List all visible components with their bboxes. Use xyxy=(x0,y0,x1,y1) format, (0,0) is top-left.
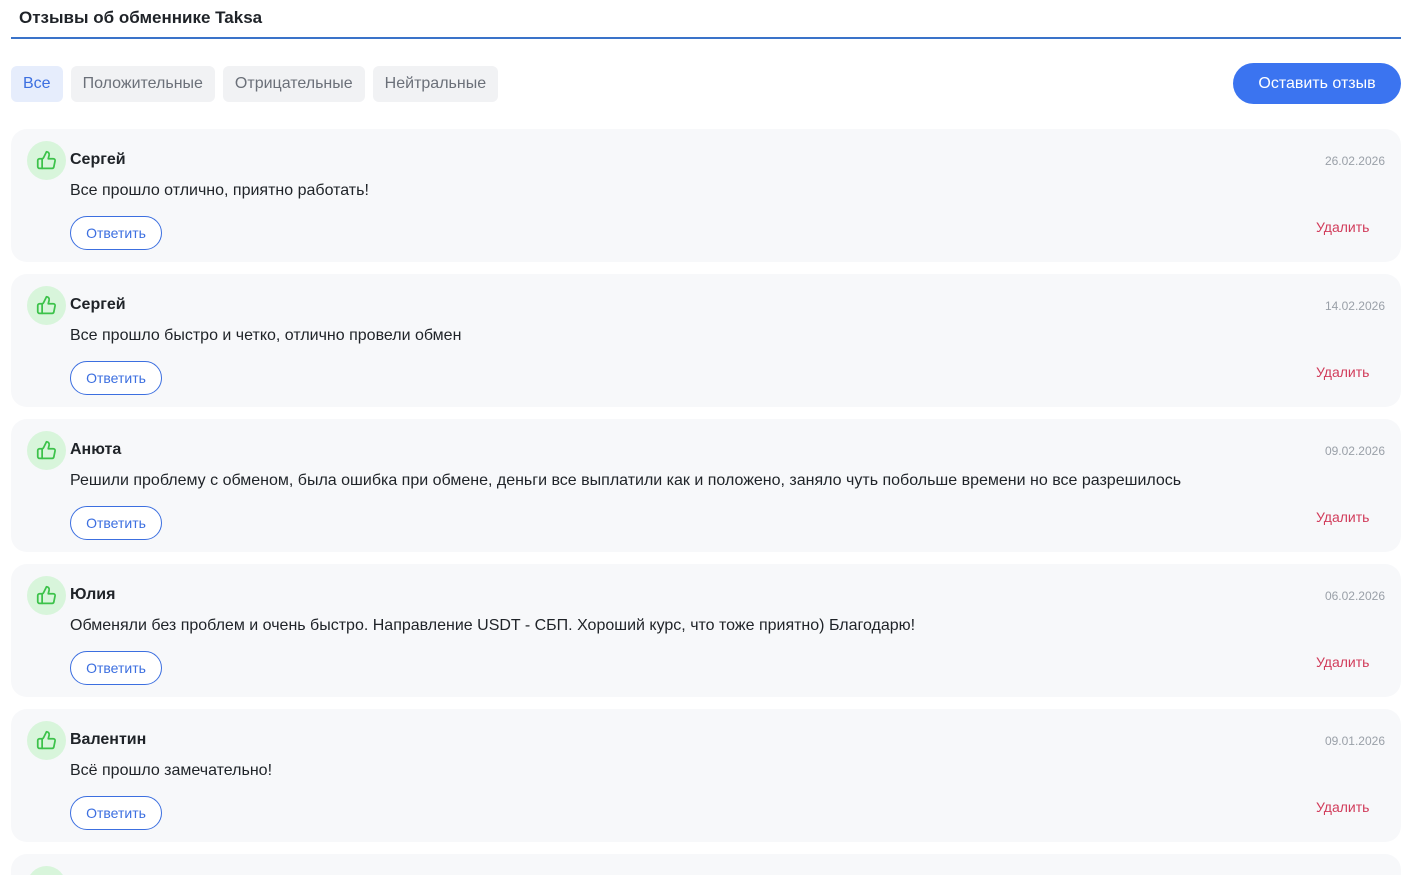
rating-badge xyxy=(27,576,66,615)
review-card: Юлия 06.02.2026 Обменяли без проблем и о… xyxy=(11,564,1401,697)
thumbs-up-icon xyxy=(36,730,56,750)
reply-button[interactable]: Ответить xyxy=(70,506,162,540)
review-text: Все прошло быстро и четко, отлично прове… xyxy=(70,327,462,344)
review-card-partial xyxy=(11,854,1401,875)
filter-tab-neutral[interactable]: Нейтральные xyxy=(372,66,499,102)
reply-button[interactable]: Ответить xyxy=(70,216,162,250)
reply-button[interactable]: Ответить xyxy=(70,361,162,395)
page-header: Отзывы об обменнике Taksa xyxy=(11,0,1401,39)
review-date: 26.02.2026 xyxy=(1324,154,1385,168)
filter-tab-positive[interactable]: Положительные xyxy=(70,66,215,102)
reply-button[interactable]: Ответить xyxy=(70,651,162,685)
filter-tab-all[interactable]: Все xyxy=(11,66,63,102)
review-author: Сергей xyxy=(70,151,126,168)
thumbs-up-icon xyxy=(36,150,56,170)
rating-badge xyxy=(27,866,66,875)
review-author: Сергей xyxy=(70,296,126,313)
review-author: Валентин xyxy=(70,731,147,748)
review-author: Анюта xyxy=(70,441,122,458)
review-author: Юлия xyxy=(70,586,116,603)
reviews-page: Отзывы об обменнике Taksa Все Положитель… xyxy=(0,0,1413,875)
review-text: Решили проблему с обменом, была ошибка п… xyxy=(70,472,1182,489)
review-date: 06.02.2026 xyxy=(1324,589,1385,603)
review-card: Анюта 09.02.2026 Решили проблему с обмен… xyxy=(11,419,1401,552)
rating-badge xyxy=(27,431,66,470)
filter-tab-negative[interactable]: Отрицательные xyxy=(222,66,365,102)
review-text: Всё прошло замечательно! xyxy=(70,762,273,779)
review-card: Сергей 14.02.2026 Все прошло быстро и че… xyxy=(11,274,1401,407)
review-text: Все прошло отлично, приятно работать! xyxy=(70,182,369,199)
review-filter-tabs: Все Положительные Отрицательные Нейтраль… xyxy=(11,66,499,102)
review-list: Сергей 26.02.2026 Все прошло отлично, пр… xyxy=(11,129,1401,875)
delete-link[interactable]: Удалить xyxy=(1316,219,1369,235)
review-card: Сергей 26.02.2026 Все прошло отлично, пр… xyxy=(11,129,1401,262)
thumbs-up-icon xyxy=(36,295,56,315)
reply-button[interactable]: Ответить xyxy=(70,796,162,830)
rating-badge xyxy=(27,721,66,760)
thumbs-up-icon xyxy=(36,585,56,605)
delete-link[interactable]: Удалить xyxy=(1316,654,1369,670)
thumbs-up-icon xyxy=(36,440,56,460)
leave-review-button[interactable]: Оставить отзыв xyxy=(1233,63,1401,104)
delete-link[interactable]: Удалить xyxy=(1316,509,1369,525)
delete-link[interactable]: Удалить xyxy=(1316,364,1369,380)
rating-badge xyxy=(27,141,66,180)
review-date: 09.02.2026 xyxy=(1324,444,1385,458)
review-text: Обменяли без проблем и очень быстро. Нап… xyxy=(70,617,916,634)
delete-link[interactable]: Удалить xyxy=(1316,799,1369,815)
review-date: 09.01.2026 xyxy=(1324,734,1385,748)
page-title: Отзывы об обменнике Taksa xyxy=(19,8,263,27)
rating-badge xyxy=(27,286,66,325)
review-card: Валентин 09.01.2026 Всё прошло замечател… xyxy=(11,709,1401,842)
review-date: 14.02.2026 xyxy=(1324,299,1385,313)
